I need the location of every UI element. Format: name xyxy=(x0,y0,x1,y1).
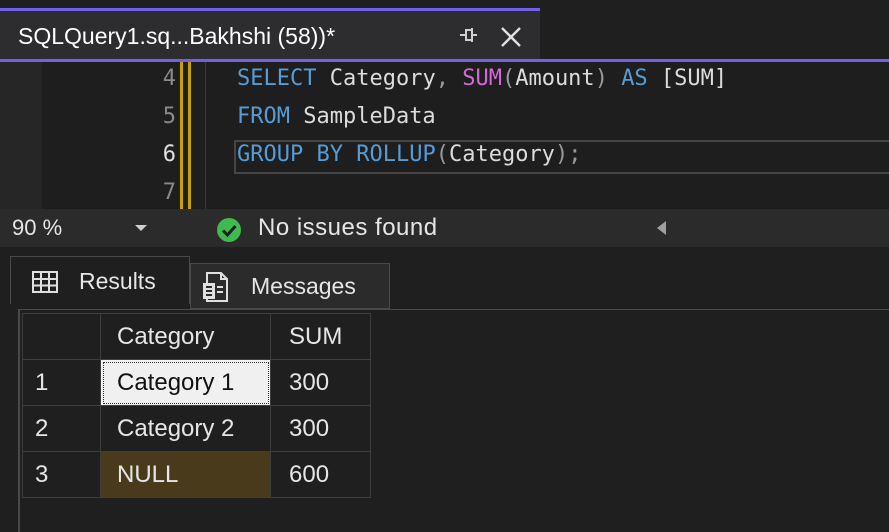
issues-status[interactable]: No issues found xyxy=(258,214,438,242)
tab-messages-label: Messages xyxy=(251,273,356,299)
code-token: Category xyxy=(316,66,436,91)
grid-cell-sum[interactable]: 300 xyxy=(270,405,371,452)
grid-cell-sum[interactable]: 600 xyxy=(270,451,371,498)
code-token: SUM xyxy=(462,66,502,91)
line-number: 5 xyxy=(162,104,176,129)
code-token: ) xyxy=(594,66,608,91)
table-row[interactable]: 1 Category 1 300 xyxy=(22,359,371,406)
code-token: ; xyxy=(568,142,582,167)
code-line[interactable]: SELECT Category, SUM(Amount) AS [SUM] xyxy=(237,66,727,91)
code-editor[interactable]: 4 5 6 7 SELECT Category, SUM(Amount) AS … xyxy=(0,62,889,209)
results-grid[interactable]: Category SUM 1 Category 1 300 2 Category… xyxy=(22,313,371,498)
selection-margin[interactable] xyxy=(0,62,42,209)
results-pane: Results Messages Category SUM 1 Category… xyxy=(0,247,889,532)
code-line[interactable]: FROM SampleData xyxy=(237,104,436,129)
chevron-down-icon[interactable] xyxy=(135,225,147,231)
table-row[interactable]: 2 Category 2 300 xyxy=(22,405,371,452)
line-number: 7 xyxy=(162,180,176,205)
grid-cell-category-null[interactable]: NULL xyxy=(100,451,271,498)
row-number[interactable]: 1 xyxy=(22,359,101,406)
messages-document-icon xyxy=(203,272,228,302)
code-token: FROM xyxy=(237,104,290,129)
pane-divider xyxy=(18,309,889,310)
code-token: Category xyxy=(448,142,555,167)
row-number[interactable]: 3 xyxy=(22,451,101,498)
grid-cell-sum[interactable]: 300 xyxy=(270,359,371,406)
grid-cell-category[interactable]: Category 1 xyxy=(100,359,271,406)
zoom-value: 90 % xyxy=(12,215,63,240)
code-token: ( xyxy=(501,66,516,91)
column-header-sum[interactable]: SUM xyxy=(270,313,371,360)
code-token: ) xyxy=(554,142,569,167)
grid-header-row: Category SUM xyxy=(22,313,371,360)
grid-border xyxy=(18,310,20,532)
row-number[interactable]: 2 xyxy=(22,405,101,452)
tab-results[interactable]: Results xyxy=(10,256,190,304)
tab-messages[interactable]: Messages xyxy=(190,263,390,309)
document-tab[interactable]: SQLQuery1.sq...Bakhshi (58))* xyxy=(0,8,540,60)
indent-guide xyxy=(205,62,206,209)
code-token: GROUP xyxy=(237,142,304,167)
scroll-left-icon[interactable] xyxy=(657,221,666,235)
grid-cell-category[interactable]: Category 2 xyxy=(100,405,271,452)
code-token: BY xyxy=(316,142,343,167)
column-header-category[interactable]: Category xyxy=(100,313,271,360)
code-token: [SUM] xyxy=(647,66,728,91)
code-token: Amount xyxy=(515,66,595,91)
code-line[interactable]: GROUP BY ROLLUP(Category); xyxy=(237,142,581,167)
document-tab-title: SQLQuery1.sq...Bakhshi (58))* xyxy=(18,23,336,49)
code-token: ROLLUP xyxy=(356,142,436,167)
grid-icon xyxy=(32,271,58,293)
grid-corner-cell[interactable] xyxy=(22,313,101,360)
code-token: AS xyxy=(621,66,648,91)
check-circle-icon xyxy=(217,218,241,242)
line-number: 4 xyxy=(162,66,176,91)
line-number-gutter: 4 5 6 7 xyxy=(42,62,176,209)
zoom-dropdown[interactable]: 90 % xyxy=(0,209,160,247)
tab-results-label: Results xyxy=(79,268,156,294)
table-row[interactable]: 3 NULL 600 xyxy=(22,451,371,498)
code-token: SampleData xyxy=(289,104,436,129)
code-token: , xyxy=(435,66,449,91)
code-token: SELECT xyxy=(237,66,317,91)
line-number-current: 6 xyxy=(162,142,176,167)
code-token: ( xyxy=(435,142,449,167)
change-tracking-bar xyxy=(180,62,183,209)
close-icon[interactable] xyxy=(498,24,524,50)
document-tab-bar: SQLQuery1.sq...Bakhshi (58))* xyxy=(0,0,889,60)
editor-status-strip: 90 % No issues found xyxy=(0,209,889,247)
change-tracking-bar xyxy=(188,62,191,209)
pin-icon[interactable] xyxy=(457,24,479,46)
